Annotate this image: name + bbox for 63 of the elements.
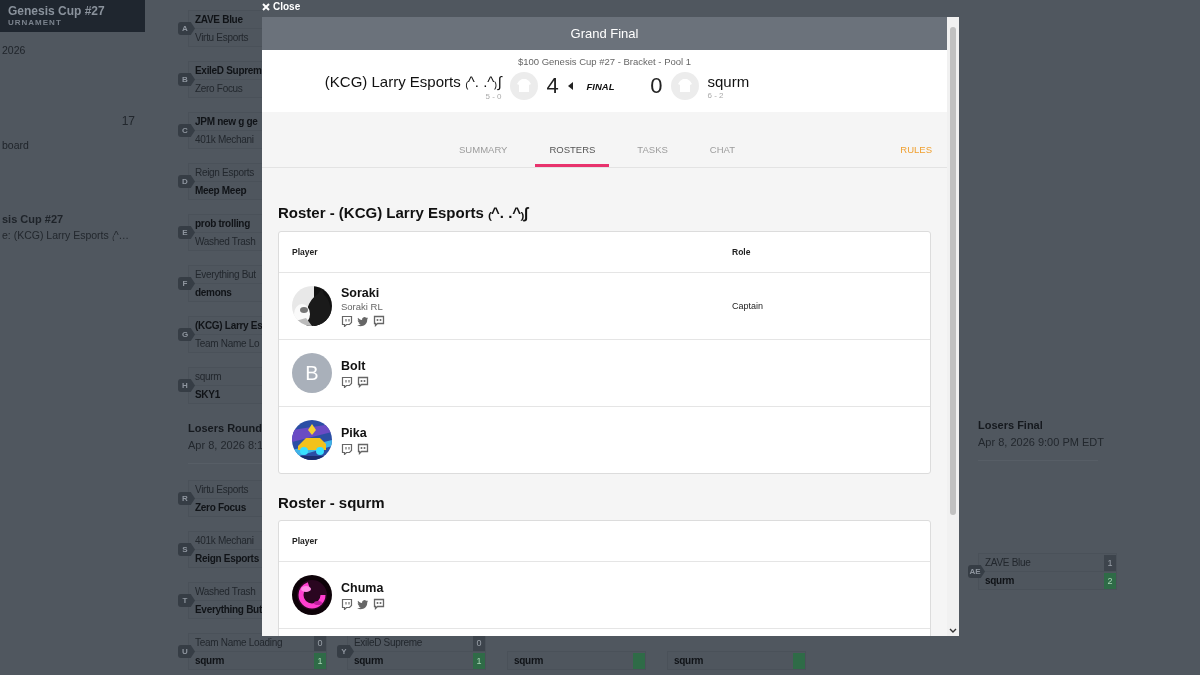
score-box: 1 (314, 652, 326, 669)
status-label: FINAL (585, 80, 616, 92)
team-name: ZAVE Blue (195, 14, 244, 25)
roster-heading: Roster - (KCG) Larry Esports ₍^. .^₎∫ (278, 203, 530, 222)
match-card[interactable]: squrm (667, 651, 806, 670)
team-name: squrm (354, 655, 385, 666)
tab[interactable]: ROSTERS (535, 144, 610, 167)
tournament-title: Genesis Cup #27 (8, 5, 106, 18)
scrollbar[interactable] (947, 17, 959, 636)
team-name: squrm (674, 655, 705, 666)
column-header: Player (292, 247, 319, 257)
modal-title: Grand Final (262, 17, 947, 50)
chat-bubble-icon[interactable] (357, 375, 369, 388)
match-subtitle: $100 Genesis Cup #27 - Bracket - Pool 1 (517, 56, 692, 67)
score-box: 1 (1104, 554, 1116, 571)
player-name: Bolt (341, 358, 367, 373)
team-name: JPM new g ge (195, 116, 259, 127)
team-name: (KCG) Larry Esports ₍^. .^₎∫ (324, 72, 502, 91)
team-name: ExileD Suprem (195, 65, 263, 76)
team-name: demons (195, 287, 233, 298)
team-name: (KCG) Larry Es (195, 320, 263, 331)
chat-bubble-icon[interactable] (373, 314, 385, 327)
tab[interactable]: SUMMARY (445, 144, 522, 167)
tab[interactable]: TASKS (623, 144, 682, 167)
chat-bubble-icon[interactable] (373, 597, 385, 610)
team-name: SKY1 (195, 389, 221, 400)
team-name: squrm (985, 575, 1016, 586)
score-text: 4 (545, 73, 560, 99)
player-name: Pika (341, 425, 368, 440)
chat-bubble-icon[interactable] (357, 442, 369, 455)
avatar-initial: B (292, 353, 332, 393)
player-name: Soraki (341, 285, 381, 300)
match-card[interactable]: squrm (507, 651, 646, 670)
player-name: Chuma (341, 580, 385, 595)
team-name: squrm (195, 655, 226, 666)
round-title: Losers Round (187, 422, 263, 434)
round-title: Losers Final (977, 419, 1044, 431)
team-name: Everything But (195, 604, 263, 615)
team-name: Zero Focus (195, 502, 247, 513)
team-name: prob trolling (195, 218, 251, 229)
tab[interactable]: CHAT (695, 144, 749, 167)
rules-link[interactable]: RULES (900, 144, 932, 155)
column-header: Role (732, 247, 752, 257)
team-name: squrm (707, 72, 750, 90)
role-text: Captain (732, 301, 765, 311)
bird-icon[interactable] (357, 314, 369, 327)
team-name: Meep Meep (195, 185, 248, 196)
player-handle: Soraki RL (341, 300, 384, 312)
bird-icon[interactable] (357, 597, 369, 610)
close-icon (262, 2, 270, 11)
scrollbar-thumb[interactable] (950, 27, 956, 515)
close-button[interactable]: Close (262, 1, 301, 12)
score-text: 0 (649, 73, 664, 99)
tournament-label: URNAMENT (8, 18, 63, 27)
team-record: 6 - 2 (707, 90, 724, 100)
chevron-down-icon (949, 628, 957, 634)
roster-heading: Roster - squrm (278, 494, 386, 511)
column-header: Player (292, 536, 319, 546)
score-box: 2 (1104, 572, 1116, 589)
score-box: 1 (473, 652, 485, 669)
team-record: 5 - 0 (485, 92, 502, 101)
team-name: squrm (514, 655, 545, 666)
team-name: Reign Esports (195, 553, 260, 564)
